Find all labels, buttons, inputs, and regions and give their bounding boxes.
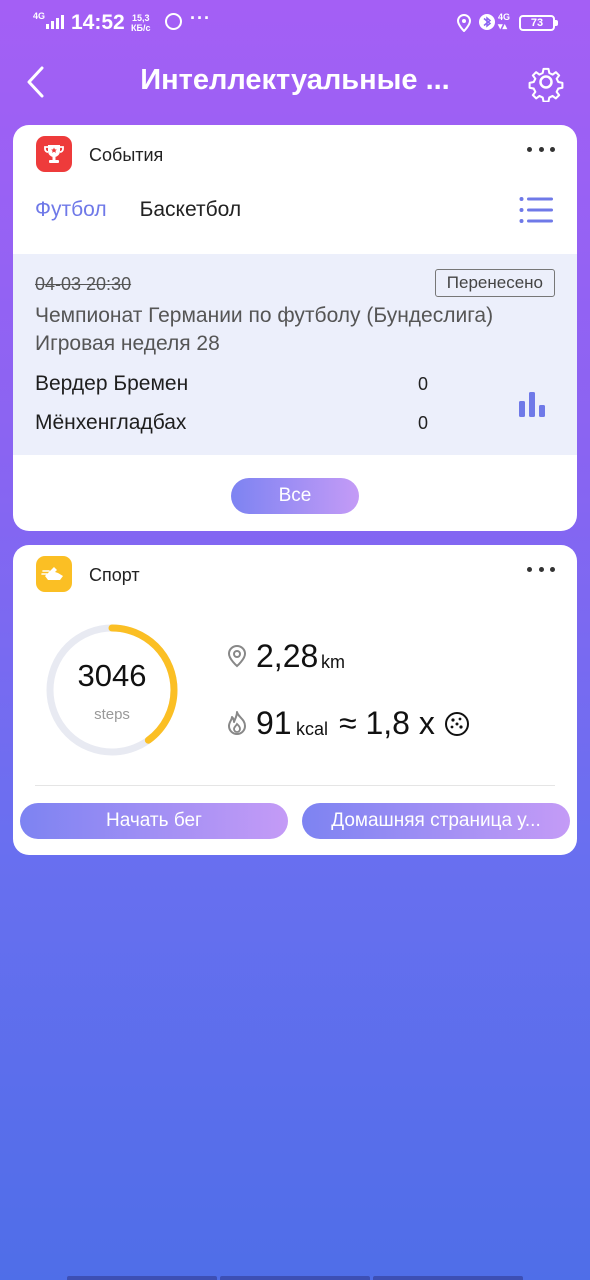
events-more-button[interactable] <box>527 141 555 157</box>
trophy-icon <box>44 145 64 163</box>
distance-value: 2,28 <box>256 638 319 674</box>
sport-app-icon <box>36 556 72 592</box>
back-button[interactable] <box>22 62 52 102</box>
signal-icon <box>46 15 64 29</box>
calories-value: 91 <box>256 705 292 741</box>
page-title: Интеллектуальные ... <box>140 64 450 96</box>
sport-more-button[interactable] <box>527 561 555 577</box>
score-home: 0 <box>418 374 429 394</box>
events-app-icon <box>36 136 72 172</box>
bluetooth-icon <box>479 14 495 30</box>
shoe-icon <box>41 567 63 580</box>
navigation-bar <box>67 1276 523 1280</box>
calories-equivalent: ≈ 1,8 x <box>339 705 435 741</box>
status-bar: 4G 14:52 15,3 КБ/с ··· 4G ▾▴ 73 <box>0 0 590 46</box>
speed-unit: КБ/с <box>131 23 151 33</box>
sport-card: Спорт 3046 steps 2,28 km 91 kcal ≈ 1,8 x… <box>13 545 577 855</box>
sport-card-header: Спорт <box>13 545 577 605</box>
status-badge: Перенесено <box>434 269 555 297</box>
match-league: Чемпионат Германии по футболу (Бундеслиг… <box>35 304 494 355</box>
location-icon <box>457 14 471 32</box>
clock: 14:52 <box>71 11 125 34</box>
battery-icon: 73 <box>519 15 558 31</box>
network-speed: 15,3 КБ/с <box>131 13 150 33</box>
steps-unit: steps <box>94 706 130 723</box>
more-notifications-icon: ··· <box>190 8 211 28</box>
start-run-button[interactable]: Начать бег <box>20 803 288 839</box>
whatsapp-icon <box>165 13 182 30</box>
all-events-button[interactable]: Все <box>231 478 359 514</box>
score-away: 0 <box>418 413 429 433</box>
steps-count: 3046 <box>77 658 147 693</box>
tab-football[interactable]: Футбол <box>35 198 107 222</box>
sport-home-button[interactable]: Домашняя страница у... <box>302 803 570 839</box>
network-type: 4G <box>33 11 46 21</box>
events-card-title: События <box>89 145 164 165</box>
divider <box>35 785 555 786</box>
flame-icon <box>228 711 246 735</box>
sport-type-tabs: Футбол Баскетбол <box>35 198 241 222</box>
gear-icon <box>528 67 564 103</box>
speed-value: 15,3 <box>131 13 150 23</box>
sport-card-title: Спорт <box>89 565 140 585</box>
match-stats-button[interactable] <box>518 391 548 419</box>
distance-unit: km <box>321 652 345 672</box>
match-item[interactable]: 04-03 20:30 Перенесено Чемпионат Германи… <box>13 254 577 455</box>
list-view-button[interactable] <box>519 196 553 224</box>
team-home: Вердер Бремен <box>35 372 189 395</box>
match-datetime: 04-03 20:30 <box>35 274 132 294</box>
calories-unit: kcal <box>296 719 329 739</box>
cookie-icon <box>445 712 469 736</box>
team-away: Мёнхенгладбах <box>35 411 187 434</box>
settings-button[interactable] <box>526 62 566 103</box>
bar-chart-icon <box>519 392 545 417</box>
network-type-right: 4G ▾▴ <box>498 12 511 31</box>
location-icon <box>227 644 247 668</box>
events-card: События Футбол Баскетбол 04-03 20:30 Пер… <box>13 125 577 531</box>
events-card-header: События <box>13 125 577 185</box>
chevron-left-icon <box>27 66 44 98</box>
tab-basketball[interactable]: Баскетбол <box>140 198 241 222</box>
list-icon <box>519 197 553 223</box>
